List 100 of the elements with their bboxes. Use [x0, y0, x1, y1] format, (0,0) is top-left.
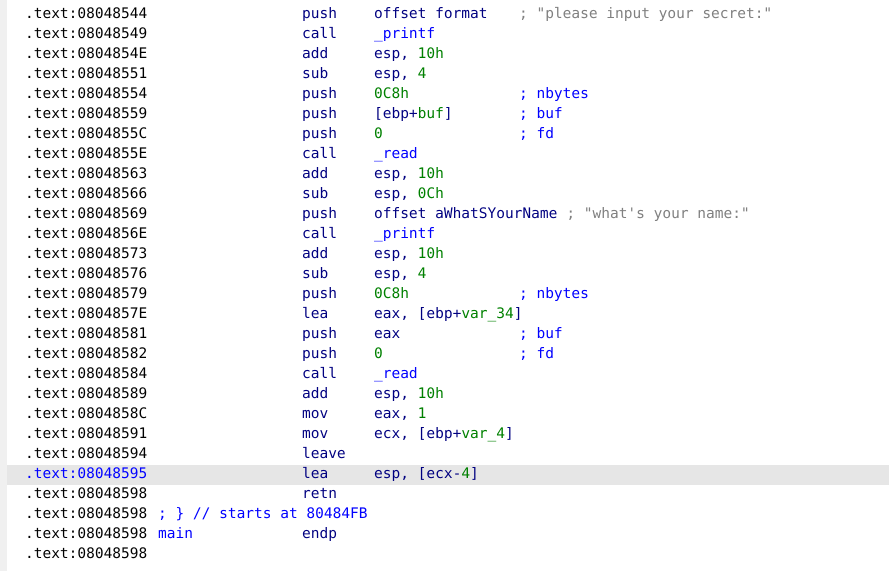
operand: eax, 1 — [374, 406, 426, 422]
operand: 0C8h — [374, 86, 409, 102]
operand: offset aWhatSYourName — [374, 206, 558, 222]
operand: 0 — [374, 346, 383, 362]
code-line[interactable]: .text:08048579 push 0C8h ; nbytes — [7, 285, 889, 305]
operand: esp, [ecx-4] — [374, 466, 479, 482]
code-line[interactable]: .text:08048598 retn — [7, 485, 889, 505]
mnemonic: push — [302, 286, 337, 302]
comment: ; fd — [519, 125, 554, 144]
operand: esp, 0Ch — [374, 186, 444, 202]
operand: eax — [374, 326, 400, 342]
code-line[interactable]: .text:08048544 push offset format ; "please input your secret:" — [7, 5, 889, 25]
code-line[interactable]: .text:08048594 leave — [7, 445, 889, 465]
comment: ; "what's your name:" — [566, 205, 750, 224]
operand: offset format — [374, 6, 488, 22]
mnemonic: push — [302, 126, 337, 142]
operand: 0C8h — [374, 286, 409, 302]
address: .text:08048549 — [25, 26, 148, 42]
address: .text:08048544 — [25, 6, 148, 22]
mnemonic: call — [302, 226, 337, 242]
selected-row[interactable]: .text:08048595 lea esp, [ecx-4] — [7, 465, 889, 485]
code-line[interactable]: .text:08048563 add esp, 10h — [7, 165, 889, 185]
address: .text:0804858C — [25, 406, 148, 422]
comment: ; "please input your secret:" — [519, 5, 772, 24]
mnemonic: push — [302, 206, 337, 222]
address: .text:0804856E — [25, 226, 148, 242]
code-line[interactable]: .text:08048573 add esp, 10h — [7, 245, 889, 265]
address: .text:08048598 — [25, 526, 148, 542]
address: .text:0804854E — [25, 46, 148, 62]
mnemonic: mov — [302, 406, 328, 422]
code-line[interactable]: .text:0804856E call _printf — [7, 225, 889, 245]
address: .text:08048589 — [25, 386, 148, 402]
operand: esp, 10h — [374, 46, 444, 62]
comment: ; fd — [519, 345, 554, 364]
code-line[interactable]: .text:0804855E call _read — [7, 145, 889, 165]
mnemonic: push — [302, 106, 337, 122]
operand: _printf — [374, 226, 436, 242]
mnemonic: push — [302, 6, 337, 22]
mnemonic: push — [302, 86, 337, 102]
code-line[interactable]: .text:0804858C mov eax, 1 — [7, 405, 889, 425]
mnemonic: add — [302, 386, 328, 402]
mnemonic: leave — [302, 446, 346, 462]
mnemonic: add — [302, 246, 328, 262]
operand: esp, 10h — [374, 246, 444, 262]
address: .text:08048581 — [25, 326, 148, 342]
code-line[interactable]: .text:0804857E lea eax, [ebp+var_34] — [7, 305, 889, 325]
code-line[interactable]: .text:08048551 sub esp, 4 — [7, 65, 889, 85]
code-line[interactable]: .text:08048581 push eax ; buf — [7, 325, 889, 345]
mnemonic: push — [302, 326, 337, 342]
operand: esp, 4 — [374, 66, 426, 82]
code-line[interactable]: .text:08048598 — [7, 545, 889, 565]
address: .text:0804855E — [25, 146, 148, 162]
address: .text:08048591 — [25, 426, 148, 442]
label: ; } // starts at 80484FB — [158, 506, 368, 522]
mnemonic: sub — [302, 186, 328, 202]
address: .text:08048554 — [25, 86, 148, 102]
mnemonic: sub — [302, 266, 328, 282]
code-line[interactable]: .text:08048549 call _printf — [7, 25, 889, 45]
comment: ; buf — [519, 105, 563, 124]
code-line[interactable]: .text:0804855C push 0 ; fd — [7, 125, 889, 145]
code-line[interactable]: .text:0804854E add esp, 10h — [7, 45, 889, 65]
operand: 0 — [374, 126, 383, 142]
code-line[interactable]: .text:08048582 push 0 ; fd — [7, 345, 889, 365]
address: .text:08048582 — [25, 346, 148, 362]
address: .text:08048573 — [25, 246, 148, 262]
operand: eax, [ebp+var_34] — [374, 306, 522, 322]
mnemonic: call — [302, 366, 337, 382]
code-line[interactable]: .text:08048598 ; } // starts at 80484FB — [7, 505, 889, 525]
code-line[interactable]: .text:08048584 call _read — [7, 365, 889, 385]
code-line[interactable]: .text:08048569 push offset aWhatSYourName ; "what's your name:" — [7, 205, 889, 225]
address: .text:0804855C — [25, 126, 148, 142]
mnemonic: call — [302, 146, 337, 162]
address: .text:08048569 — [25, 206, 148, 222]
comment: ; buf — [519, 325, 563, 344]
code-line[interactable]: .text:08048591 mov ecx, [ebp+var_4] — [7, 425, 889, 445]
address: .text:08048598 — [25, 506, 148, 522]
operand: esp, 4 — [374, 266, 426, 282]
mnemonic: add — [302, 46, 328, 62]
mnemonic: mov — [302, 426, 328, 442]
code-line[interactable]: .text:08048589 add esp, 10h — [7, 385, 889, 405]
mnemonic: lea — [302, 466, 328, 482]
code-line[interactable]: .text:08048598 main endp — [7, 525, 889, 545]
operand: _read — [374, 146, 418, 162]
mnemonic: sub — [302, 66, 328, 82]
address: .text:08048594 — [25, 446, 148, 462]
code-line[interactable]: .text:08048566 sub esp, 0Ch — [7, 185, 889, 205]
address: .text:08048584 — [25, 366, 148, 382]
comment: ; nbytes — [519, 85, 589, 104]
mnemonic: push — [302, 346, 337, 362]
code-line[interactable]: .text:08048559 push [ebp+buf] ; buf — [7, 105, 889, 125]
address: .text:08048595 — [25, 466, 148, 482]
mnemonic: call — [302, 26, 337, 42]
address: .text:08048566 — [25, 186, 148, 202]
address: .text:08048598 — [25, 546, 148, 562]
address: .text:08048551 — [25, 66, 148, 82]
address: .text:08048576 — [25, 266, 148, 282]
code-line[interactable]: .text:08048554 push 0C8h ; nbytes — [7, 85, 889, 105]
code-line[interactable]: .text:08048576 sub esp, 4 — [7, 265, 889, 285]
mnemonic: endp — [302, 526, 337, 542]
comment: ; nbytes — [519, 285, 589, 304]
